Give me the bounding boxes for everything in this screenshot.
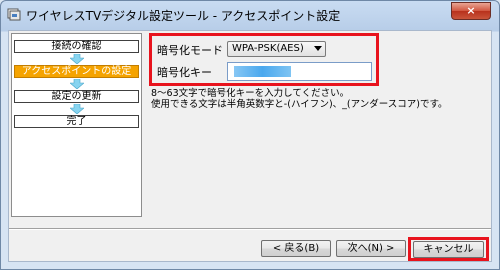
down-arrow-icon — [70, 54, 84, 64]
encryption-key-label: 暗号化キー — [157, 66, 212, 79]
settings-highlight: 暗号化モード WPA-PSK(AES) 暗号化キー — [149, 33, 379, 86]
step-list: 接続の確認 アクセスポイントの設定 設定の更新 完了 — [11, 33, 142, 217]
back-button[interactable]: < 戻る(B) — [261, 240, 331, 257]
step-update-settings: 設定の更新 — [14, 90, 139, 103]
app-icon — [7, 7, 21, 21]
down-arrow-icon — [70, 104, 84, 114]
help-line-1: 8～63文字で暗号化キーを入力してください。 — [151, 88, 350, 99]
close-icon: × — [466, 4, 476, 17]
dialog-body: 接続の確認 アクセスポイントの設定 設定の更新 完了 暗号化モード WPA-PS… — [8, 30, 492, 262]
help-text: 8～63文字で暗号化キーを入力してください。 使用できる文字は半角英数字と-(ハ… — [151, 88, 448, 110]
title-bar[interactable]: ワイヤレスTVデジタル設定ツール - アクセスポイント設定 × — [1, 1, 499, 29]
masked-key-text — [234, 66, 291, 77]
dialog-window: ワイヤレスTVデジタル設定ツール - アクセスポイント設定 × 接続の確認 アク… — [0, 0, 500, 270]
down-arrow-icon — [70, 79, 84, 89]
chevron-down-icon — [314, 46, 322, 51]
encryption-key-input[interactable] — [227, 62, 372, 81]
help-line-2: 使用できる文字は半角英数字と-(ハイフン)、_(アンダースコア)です。 — [151, 99, 448, 110]
encryption-mode-value: WPA-PSK(AES) — [232, 43, 304, 54]
encryption-mode-select[interactable]: WPA-PSK(AES) — [227, 41, 326, 57]
step-complete: 完了 — [14, 115, 139, 128]
next-button[interactable]: 次へ(N) > — [336, 240, 406, 257]
window-title: ワイヤレスTVデジタル設定ツール - アクセスポイント設定 — [26, 9, 341, 23]
close-button[interactable]: × — [451, 2, 491, 20]
separator — [9, 228, 491, 230]
encryption-mode-label: 暗号化モード — [157, 44, 223, 57]
cancel-highlight: キャンセル — [408, 237, 489, 261]
step-connection-check: 接続の確認 — [14, 40, 139, 53]
cancel-button[interactable]: キャンセル — [413, 241, 484, 258]
step-access-point-setup: アクセスポイントの設定 — [14, 65, 139, 78]
